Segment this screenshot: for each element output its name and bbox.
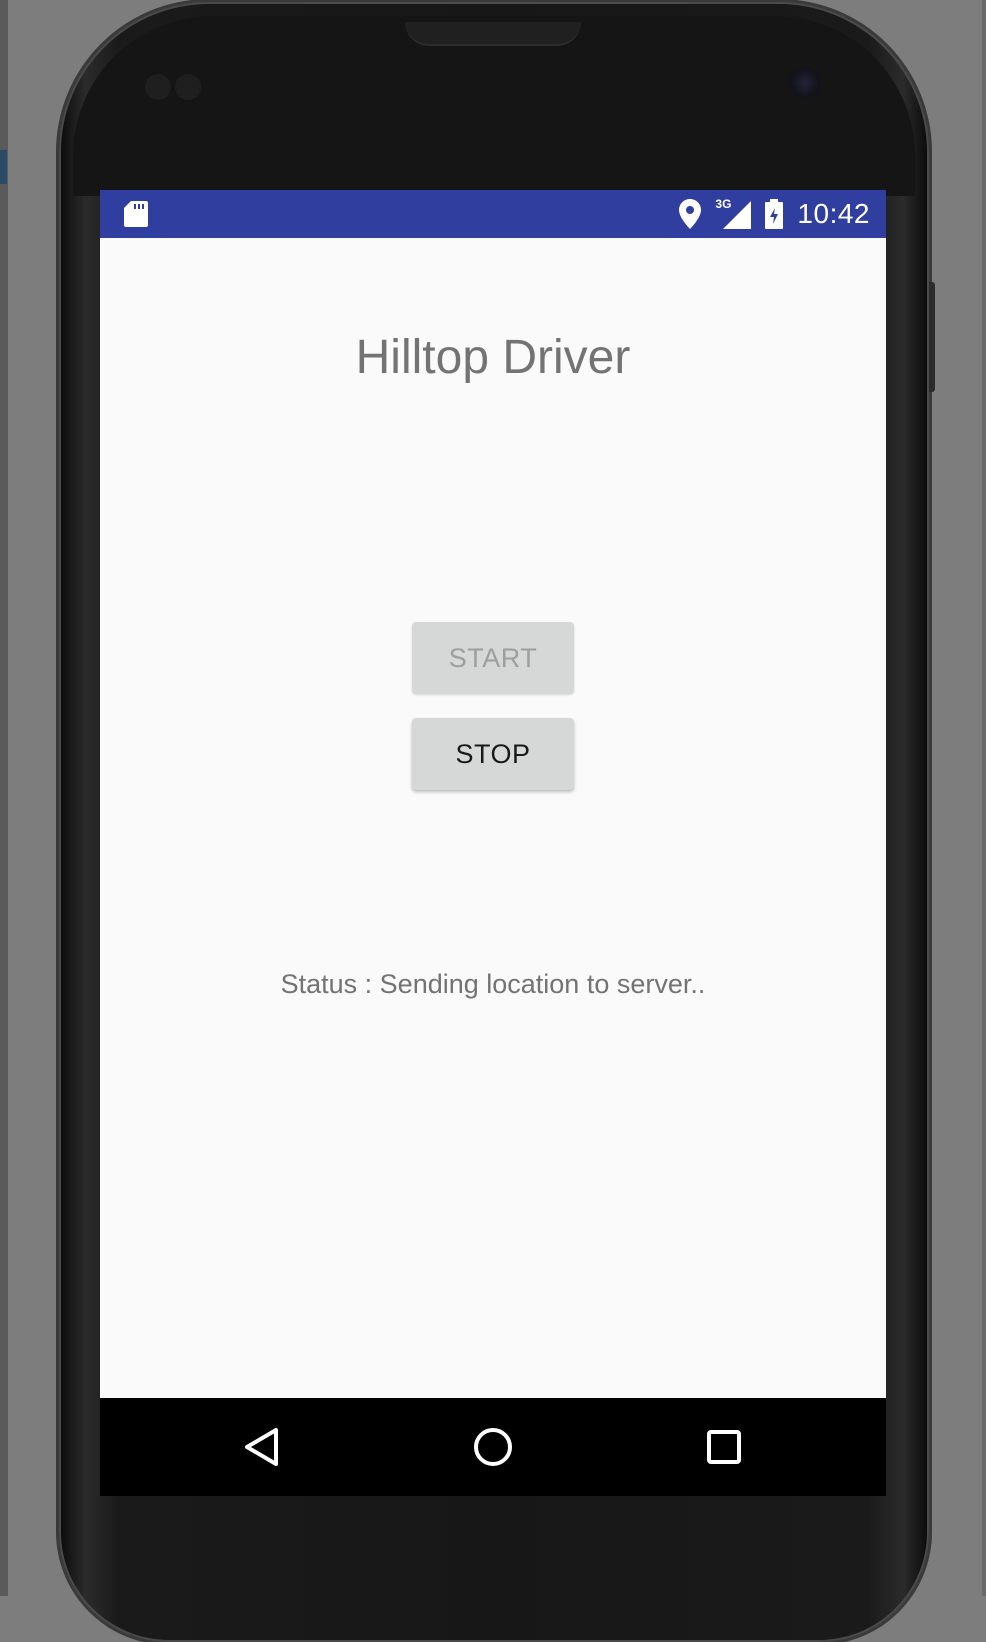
ide-edge-marker	[0, 150, 7, 184]
status-message: Status : Sending location to server..	[280, 969, 706, 999]
recents-button[interactable]	[699, 1422, 749, 1472]
navigation-bar	[100, 1398, 886, 1496]
home-button[interactable]	[468, 1422, 518, 1472]
app-title: Hilltop Driver	[355, 331, 631, 384]
start-button[interactable]: START	[412, 622, 574, 694]
status-icons: 3G 10:42	[679, 190, 870, 238]
stop-button[interactable]: STOP	[412, 718, 574, 790]
home-icon	[474, 1428, 512, 1466]
proximity-sensor	[145, 74, 171, 100]
signal-icon: 3G	[715, 197, 752, 229]
ide-left-edge	[0, 0, 8, 1596]
app-content: Hilltop Driver START STOP Status : Sendi…	[100, 238, 886, 1398]
light-sensor	[175, 74, 201, 100]
ide-right-edge	[982, 0, 986, 1596]
front-camera	[788, 66, 822, 100]
sd-card-icon	[124, 201, 148, 227]
power-button[interactable]	[929, 282, 935, 392]
back-button[interactable]	[237, 1422, 287, 1472]
recents-icon	[707, 1430, 741, 1464]
earpiece-speaker	[405, 22, 581, 46]
battery-icon	[765, 199, 784, 229]
back-icon	[245, 1428, 278, 1466]
status-clock: 10:42	[797, 198, 870, 229]
status-bar: 3G 10:42	[100, 190, 886, 238]
location-icon	[679, 199, 702, 229]
device-screen: 3G 10:42 Hilltop Driver START STOP Statu…	[100, 190, 886, 1496]
